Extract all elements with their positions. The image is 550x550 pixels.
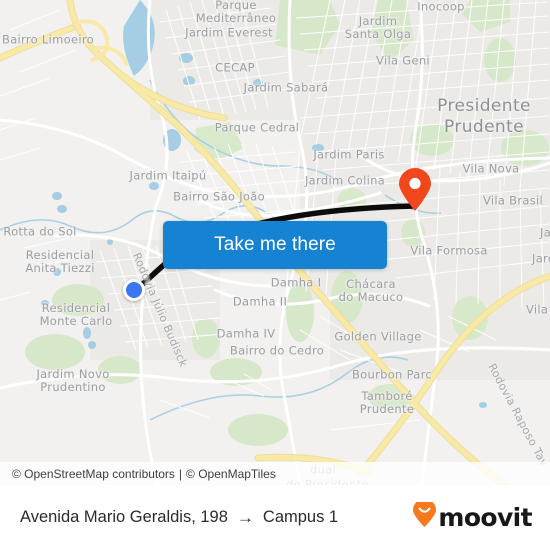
- moovit-logo[interactable]: moovit: [412, 498, 533, 533]
- trip-destination-label: Campus 1: [262, 508, 339, 526]
- map-canvas[interactable]: Parque Mediterrâneo Inocoop Jardim Santa Olg…: [0, 0, 550, 485]
- map-attribution: © OpenStreetMap contributors | © OpenMap…: [0, 462, 550, 485]
- take-me-there-button[interactable]: Take me there: [163, 221, 387, 269]
- attribution-openmaptiles[interactable]: © OpenMapTiles: [186, 467, 276, 481]
- moovit-trip-screen: Parque Mediterrâneo Inocoop Jardim Santa Olg…: [0, 0, 550, 550]
- moovit-wordmark: moovit: [438, 503, 532, 532]
- attribution-openstreetmap[interactable]: © OpenStreetMap contributors: [12, 467, 175, 481]
- attribution-separator: |: [178, 466, 183, 481]
- arrow-right-icon: →: [236, 507, 254, 527]
- origin-dot-icon[interactable]: [123, 279, 145, 301]
- trip-origin-label: Avenida Mario Geraldis, 198: [20, 508, 228, 526]
- destination-pin-icon[interactable]: [398, 168, 432, 212]
- trip-summary: Avenida Mario Geraldis, 198 → Campus 1: [20, 508, 412, 528]
- trip-footer: Avenida Mario Geraldis, 198 → Campus 1 m…: [0, 485, 550, 550]
- moovit-pin-smile-icon: [412, 498, 437, 533]
